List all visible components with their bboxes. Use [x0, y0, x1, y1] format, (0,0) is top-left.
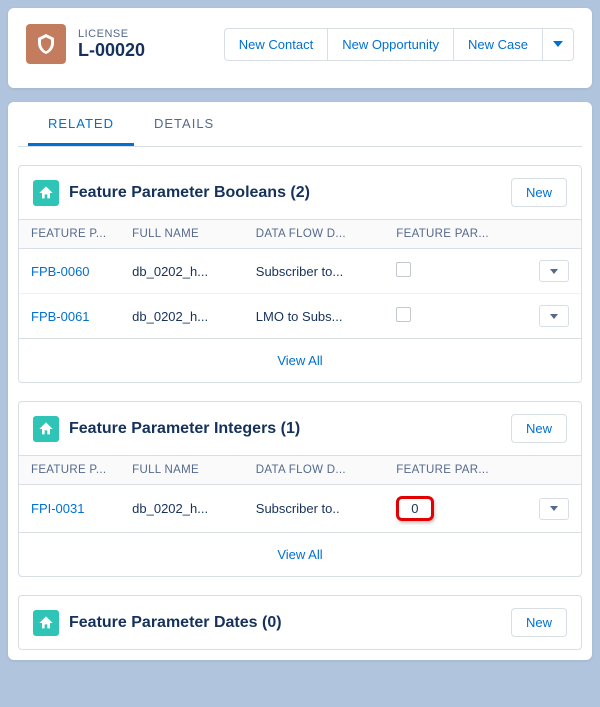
- feature-param-icon: [33, 610, 59, 636]
- feature-checkbox[interactable]: [396, 307, 411, 322]
- view-all-integers[interactable]: View All: [19, 532, 581, 576]
- cell-flow: Subscriber to...: [244, 249, 385, 294]
- object-label: LICENSE: [78, 28, 145, 40]
- new-boolean-button[interactable]: New: [511, 178, 567, 207]
- col-data-flow[interactable]: DATA FLOW D...: [244, 456, 385, 485]
- table-row: FPB-0061 db_0202_h... LMO to Subs...: [19, 294, 581, 339]
- section-header-booleans: Feature Parameter Booleans (2) New: [19, 166, 581, 219]
- booleans-table: FEATURE P... FULL NAME DATA FLOW D... FE…: [19, 219, 581, 338]
- section-header-dates: Feature Parameter Dates (0) New: [19, 596, 581, 649]
- new-case-button[interactable]: New Case: [454, 28, 543, 61]
- col-actions: [514, 220, 581, 249]
- col-actions: [514, 456, 581, 485]
- integers-table: FEATURE P... FULL NAME DATA FLOW D... FE…: [19, 455, 581, 532]
- cell-full-name: db_0202_h...: [120, 294, 244, 339]
- tab-details[interactable]: DETAILS: [134, 102, 234, 146]
- new-opportunity-button[interactable]: New Opportunity: [328, 28, 454, 61]
- col-full-name[interactable]: FULL NAME: [120, 220, 244, 249]
- cell-flow: Subscriber to..: [244, 485, 385, 533]
- new-contact-button[interactable]: New Contact: [224, 28, 328, 61]
- record-link[interactable]: FPB-0060: [31, 264, 90, 279]
- chevron-down-icon: [550, 269, 558, 274]
- feature-value-highlight: 0: [396, 496, 433, 521]
- section-title-dates: Feature Parameter Dates (0): [69, 614, 501, 632]
- section-title-integers: Feature Parameter Integers (1): [69, 420, 501, 438]
- section-header-integers: Feature Parameter Integers (1) New: [19, 402, 581, 455]
- cell-full-name: db_0202_h...: [120, 249, 244, 294]
- col-data-flow[interactable]: DATA FLOW D...: [244, 220, 385, 249]
- record-name: L-00020: [78, 40, 145, 61]
- tab-bar: RELATED DETAILS: [18, 102, 582, 147]
- new-date-button[interactable]: New: [511, 608, 567, 637]
- col-feature-p[interactable]: FEATURE P...: [19, 220, 120, 249]
- feature-checkbox[interactable]: [396, 262, 411, 277]
- more-actions-button[interactable]: [543, 28, 574, 61]
- cell-flow: LMO to Subs...: [244, 294, 385, 339]
- col-feature-par[interactable]: FEATURE PAR...: [384, 220, 513, 249]
- record-title-block: LICENSE L-00020: [78, 28, 145, 61]
- table-row: FPB-0060 db_0202_h... Subscriber to...: [19, 249, 581, 294]
- section-dates: Feature Parameter Dates (0) New: [18, 595, 582, 650]
- chevron-down-icon: [550, 506, 558, 511]
- section-booleans: Feature Parameter Booleans (2) New FEATU…: [18, 165, 582, 383]
- tab-related[interactable]: RELATED: [28, 102, 134, 146]
- col-feature-p[interactable]: FEATURE P...: [19, 456, 120, 485]
- row-menu-button[interactable]: [539, 305, 569, 327]
- record-header: LICENSE L-00020 New Contact New Opportun…: [8, 8, 592, 88]
- view-all-booleans[interactable]: View All: [19, 338, 581, 382]
- new-integer-button[interactable]: New: [511, 414, 567, 443]
- license-icon: [26, 24, 66, 64]
- row-menu-button[interactable]: [539, 498, 569, 520]
- table-row: FPI-0031 db_0202_h... Subscriber to.. 0: [19, 485, 581, 533]
- row-menu-button[interactable]: [539, 260, 569, 282]
- col-feature-par[interactable]: FEATURE PAR...: [384, 456, 513, 485]
- cell-full-name: db_0202_h...: [120, 485, 244, 533]
- section-integers: Feature Parameter Integers (1) New FEATU…: [18, 401, 582, 577]
- record-link[interactable]: FPB-0061: [31, 309, 90, 324]
- header-actions: New Contact New Opportunity New Case: [224, 28, 574, 61]
- feature-param-icon: [33, 416, 59, 442]
- feature-param-icon: [33, 180, 59, 206]
- chevron-down-icon: [553, 41, 563, 47]
- main-panel: RELATED DETAILS Feature Parameter Boolea…: [8, 102, 592, 660]
- record-link[interactable]: FPI-0031: [31, 501, 84, 516]
- chevron-down-icon: [550, 314, 558, 319]
- section-title-booleans: Feature Parameter Booleans (2): [69, 184, 501, 202]
- col-full-name[interactable]: FULL NAME: [120, 456, 244, 485]
